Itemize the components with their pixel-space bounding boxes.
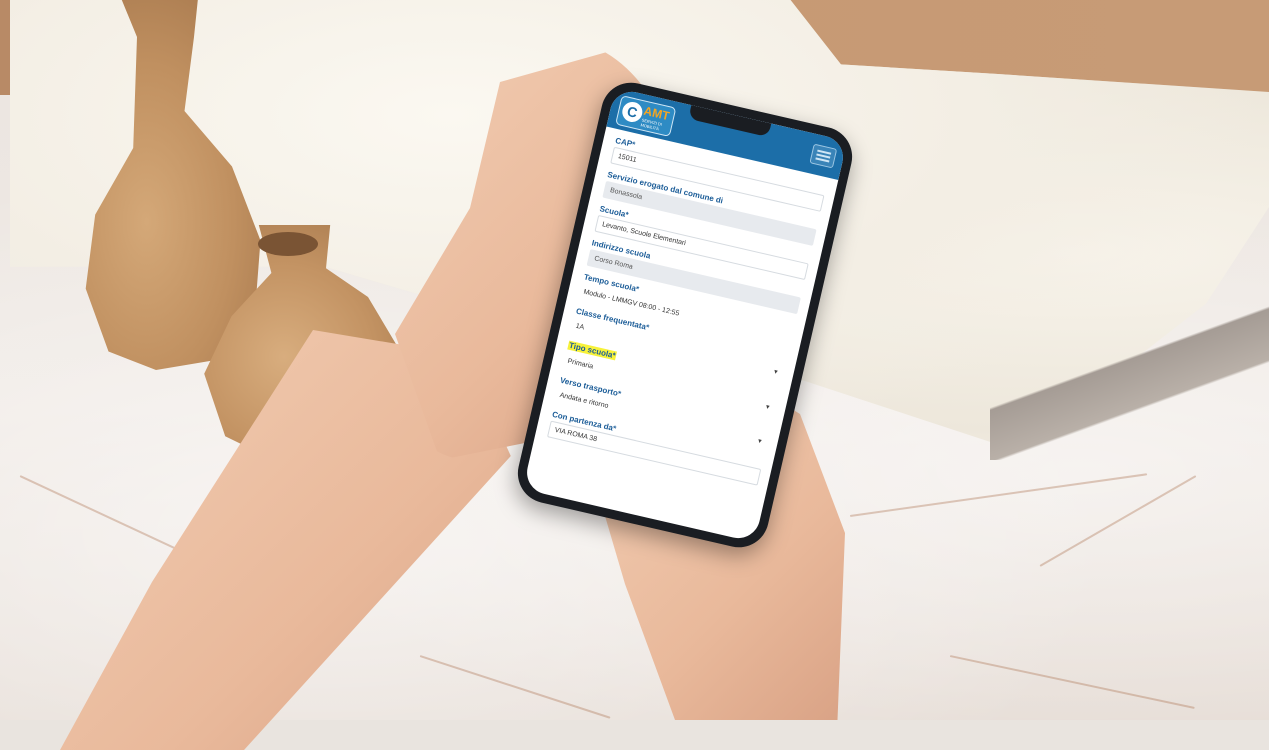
amt-logo[interactable]: C AMT SERVIZI DI MOBILITÀ [615, 95, 677, 137]
hamburger-menu-icon[interactable] [809, 143, 838, 169]
round-vase-mouth [258, 232, 318, 256]
cloth-edge [990, 300, 1269, 460]
